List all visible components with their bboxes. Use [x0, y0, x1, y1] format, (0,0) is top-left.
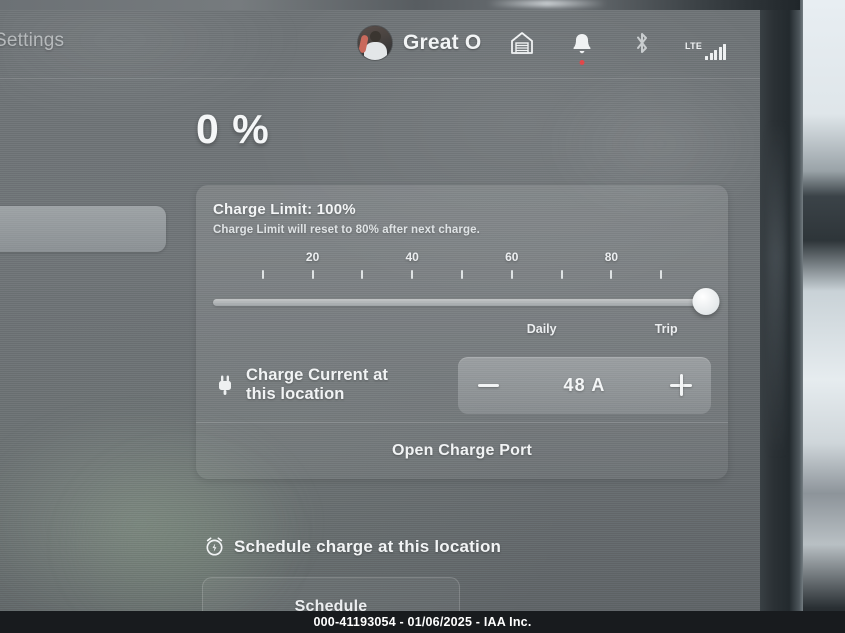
slider-tick: [311, 270, 314, 279]
watermark-text: 000-41193054 - 01/06/2025 - IAA Inc.: [313, 615, 532, 629]
slider-tick: [660, 270, 663, 279]
window-reflection-background: [800, 0, 845, 633]
slider-handle[interactable]: [692, 288, 720, 315]
sidebar-item-navigation[interactable]: tion: [0, 564, 152, 610]
cellular-signal-indicator[interactable]: LTE: [685, 26, 727, 60]
slider-track-fill: [213, 299, 711, 306]
slider-mode-labels: Daily Trip: [213, 322, 711, 340]
charge-limit-slider[interactable]: 20 40 60 80 Daily Trip: [213, 250, 720, 336]
topbar-divider: [0, 78, 760, 79]
mode-label-trip: Trip: [654, 322, 678, 336]
avatar-body: [364, 42, 387, 60]
slider-ticks: [213, 270, 711, 280]
slider-tick-labels: 20 40 60 80: [213, 250, 711, 266]
plug-icon: [213, 372, 237, 398]
garage-door-icon[interactable]: [505, 26, 539, 60]
avatar-head: [370, 31, 381, 42]
charge-limit-note: Charge Limit will reset to 80% after nex…: [213, 224, 480, 236]
open-charge-port-button[interactable]: Open Charge Port: [196, 423, 728, 479]
slider-track-area[interactable]: [213, 288, 720, 318]
charge-limit-section: Charge Limit: 100% Charge Limit will res…: [196, 185, 728, 346]
settings-sidebar-bottom: tion: [0, 564, 152, 615]
charge-current-label-line2: this location: [246, 385, 345, 403]
sidebar-item-charging[interactable]: ng: [0, 206, 166, 252]
decrement-button[interactable]: [475, 372, 501, 398]
schedule-charge-label: Schedule charge at this location: [234, 536, 502, 556]
slider-tick: [560, 270, 563, 279]
network-type-label: LTE: [685, 41, 703, 51]
slider-tick: [461, 270, 463, 279]
tesla-touchscreen-photo: Settings Great O LTE 0 % Charge Limit: 1…: [0, 0, 845, 633]
tick-label-20: 20: [305, 250, 320, 264]
profile-cluster[interactable]: Great O: [358, 26, 481, 60]
profile-name: Great O: [403, 31, 482, 54]
tick-label-80: 80: [604, 250, 619, 264]
sidebar-item-controls[interactable]: ls: [0, 94, 152, 140]
charge-current-stepper: 48 A: [458, 356, 711, 414]
status-icon-group: LTE: [505, 26, 727, 65]
open-charge-port-label: Open Charge Port: [391, 442, 533, 459]
slider-tick: [361, 270, 364, 279]
settings-title: Settings: [0, 30, 65, 51]
alarm-clock-icon: [204, 536, 225, 557]
sidebar-item-dynamics[interactable]: ics: [0, 150, 152, 196]
minus-icon: [477, 383, 499, 387]
bell-icon[interactable]: [565, 26, 599, 65]
bluetooth-icon[interactable]: [625, 26, 659, 60]
charge-limit-title: Charge Limit: 100%: [213, 201, 356, 218]
infotainment-display: Settings Great O LTE 0 % Charge Limit: 1…: [0, 4, 760, 615]
avatar[interactable]: [358, 26, 392, 60]
slider-tick: [610, 270, 613, 279]
notification-dot: [579, 60, 585, 65]
bezel-glare: [768, 120, 786, 460]
battery-percentage: 0 %: [196, 106, 270, 152]
top-status-bar: Settings Great O LTE: [0, 4, 760, 79]
increment-button[interactable]: [668, 372, 694, 398]
sidebar-item-hotspot[interactable]: ot: [0, 262, 152, 308]
schedule-charge-heading: Schedule charge at this location: [204, 536, 501, 557]
charging-panel: 0 % Charge Limit: 100% Charge Limit will…: [196, 94, 730, 615]
slider-tick: [411, 270, 414, 279]
slider-tick: [261, 270, 264, 279]
settings-sidebar: ls ics ng ot: [0, 94, 166, 318]
charge-current-label-line1: Charge Current at: [246, 365, 388, 384]
tick-label-40: 40: [405, 250, 419, 264]
tick-label-60: 60: [505, 250, 519, 264]
charge-current-label: Charge Current at this location: [246, 366, 458, 405]
slider-tick: [510, 270, 513, 279]
charge-current-value: 48 A: [563, 374, 606, 395]
charge-settings-card: Charge Limit: 100% Charge Limit will res…: [196, 185, 728, 479]
schedule-button[interactable]: Schedule: [202, 577, 460, 615]
iaa-watermark: 000-41193054 - 01/06/2025 - IAA Inc.: [0, 611, 845, 633]
mode-label-daily: Daily: [526, 322, 557, 336]
plus-icon: [670, 374, 692, 396]
signal-bars-icon: [705, 44, 727, 60]
charge-current-row: Charge Current at this location 48 A: [196, 348, 728, 422]
